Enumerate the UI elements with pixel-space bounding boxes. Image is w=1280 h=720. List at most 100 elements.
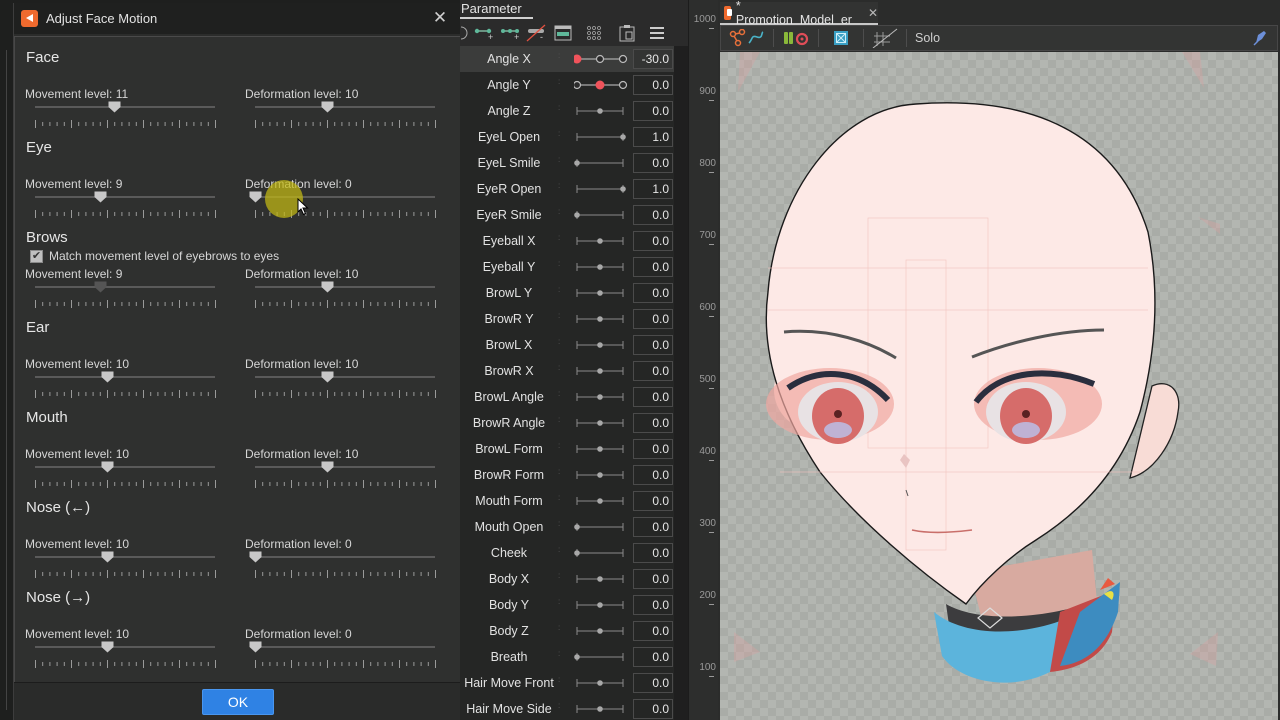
movement-level-slider[interactable]: Movement level: 9 [15, 177, 216, 227]
parameter-row[interactable]: Angle Y: 0.0 [460, 72, 674, 98]
slider-thumb[interactable] [321, 461, 334, 473]
drag-handle-icon[interactable]: : [558, 312, 562, 324]
parameter-slider[interactable] [574, 207, 628, 223]
parameter-row[interactable]: Eyeball X: 0.0 [460, 228, 674, 254]
checkbox[interactable]: ✔ [30, 249, 43, 263]
parameter-slider[interactable] [574, 519, 628, 535]
slider-thumb[interactable] [94, 191, 107, 203]
mesh-select-icon[interactable] [833, 30, 849, 46]
drag-handle-icon[interactable]: : [558, 338, 562, 350]
parameter-row[interactable]: Body Z: 0.0 [460, 618, 674, 644]
parameter-value-input[interactable]: 0.0 [633, 387, 673, 407]
solo-toggle[interactable]: Solo [915, 31, 940, 45]
parameter-value-input[interactable]: 0.0 [633, 361, 673, 381]
parameter-slider[interactable] [574, 259, 628, 275]
parameter-value-input[interactable]: 0.0 [633, 569, 673, 589]
parameter-slider[interactable] [574, 285, 628, 301]
slider-track[interactable] [255, 286, 435, 288]
parameter-row[interactable]: BrowR Form: 0.0 [460, 462, 674, 488]
parameter-slider[interactable] [574, 181, 628, 197]
deformation-level-slider[interactable]: Deformation level: 10 [235, 267, 436, 317]
parameter-value-input[interactable]: 0.0 [633, 673, 673, 693]
parameter-row[interactable]: Body X: 0.0 [460, 566, 674, 592]
parameter-row[interactable]: BrowR Y: 0.0 [460, 306, 674, 332]
parameter-row[interactable]: EyeL Open: 1.0 [460, 124, 674, 150]
drag-handle-icon[interactable]: : [558, 156, 562, 168]
dialog-title-bar[interactable]: Adjust Face Motion ✕ [14, 3, 461, 34]
parameter-row[interactable]: Cheek: 0.0 [460, 540, 674, 566]
parameter-value-input[interactable]: 0.0 [633, 283, 673, 303]
parameter-row[interactable]: BrowL Y: 0.0 [460, 280, 674, 306]
parameter-slider[interactable] [574, 311, 628, 327]
parameter-value-input[interactable]: 0.0 [633, 621, 673, 641]
drag-handle-icon[interactable]: : [558, 702, 562, 714]
parameter-value-input[interactable]: 0.0 [633, 309, 673, 329]
add-key-icon[interactable]: + [472, 22, 498, 44]
deformation-level-slider[interactable]: Deformation level: 10 [235, 447, 436, 497]
drag-handle-icon[interactable]: : [558, 572, 562, 584]
drag-handle-icon[interactable]: : [558, 182, 562, 194]
grid-dots-icon[interactable] [576, 22, 612, 44]
parameter-row[interactable]: Hair Move Front: 0.0 [460, 670, 674, 696]
parameter-row[interactable]: BrowL Angle: 0.0 [460, 384, 674, 410]
menu-icon[interactable] [642, 22, 672, 44]
drag-handle-icon[interactable]: : [558, 78, 562, 90]
parameter-row[interactable]: Eyeball Y: 0.0 [460, 254, 674, 280]
parameter-value-input[interactable]: 0.0 [633, 101, 673, 121]
drag-handle-icon[interactable]: : [558, 130, 562, 142]
deformation-level-slider[interactable]: Deformation level: 0 [235, 537, 436, 587]
grid-toggle-icon[interactable] [872, 28, 898, 48]
parameter-value-input[interactable]: 0.0 [633, 335, 673, 355]
parameter-value-input[interactable]: 0.0 [633, 231, 673, 251]
parameter-scrollbar[interactable] [674, 46, 688, 720]
parameter-row[interactable]: Angle X: -30.0 [460, 46, 674, 72]
movement-level-slider[interactable]: Movement level: 10 [15, 447, 216, 497]
parameter-slider[interactable] [574, 441, 628, 457]
parameter-value-input[interactable]: 0.0 [633, 465, 673, 485]
drag-handle-icon[interactable]: : [558, 494, 562, 506]
parameter-slider[interactable] [574, 467, 628, 483]
slider-track[interactable] [255, 376, 435, 378]
drag-handle-icon[interactable]: : [558, 520, 562, 532]
drag-handle-icon[interactable]: : [558, 676, 562, 688]
slider-thumb[interactable] [249, 191, 262, 203]
drag-handle-icon[interactable]: : [558, 234, 562, 246]
parameter-row[interactable]: Mouth Open: 0.0 [460, 514, 674, 540]
parameter-slider[interactable] [574, 233, 628, 249]
movement-level-slider[interactable]: Movement level: 11 [15, 87, 216, 137]
deformation-level-slider[interactable]: Deformation level: 10 [235, 357, 436, 407]
drag-handle-icon[interactable]: : [558, 598, 562, 610]
parameter-slider[interactable] [574, 337, 628, 353]
deformer-icon[interactable] [729, 29, 765, 47]
parameter-value-input[interactable]: 0.0 [633, 647, 673, 667]
parameter-slider[interactable] [574, 649, 628, 665]
pose-reset-icon[interactable] [782, 29, 810, 47]
parameter-row[interactable]: EyeR Open: 1.0 [460, 176, 674, 202]
parameter-value-input[interactable]: 0.0 [633, 595, 673, 615]
parameter-value-input[interactable]: 0.0 [633, 699, 673, 719]
drag-handle-icon[interactable]: : [558, 468, 562, 480]
slider-thumb[interactable] [321, 281, 334, 293]
slider-thumb[interactable] [101, 461, 114, 473]
drag-handle-icon[interactable]: : [558, 208, 562, 220]
slider-track[interactable] [35, 376, 215, 378]
match-eyebrows-checkbox[interactable]: ✔ Match movement level of eyebrows to eye… [30, 249, 279, 263]
parameter-slider[interactable] [574, 675, 628, 691]
slider-track[interactable] [35, 286, 215, 288]
drag-handle-icon[interactable]: : [558, 624, 562, 636]
parameter-value-input[interactable]: 0.0 [633, 439, 673, 459]
close-icon[interactable]: ✕ [431, 9, 449, 27]
parameter-row[interactable]: Hair Move Side: 0.0 [460, 696, 674, 720]
parameter-value-input[interactable]: 0.0 [633, 413, 673, 433]
parameter-row[interactable]: Mouth Form: 0.0 [460, 488, 674, 514]
parameter-row[interactable]: Breath: 0.0 [460, 644, 674, 670]
drag-handle-icon[interactable]: : [558, 52, 562, 64]
slider-thumb[interactable] [101, 641, 114, 653]
parameter-slider[interactable] [572, 77, 628, 93]
parameter-slider[interactable] [574, 389, 628, 405]
movement-level-slider[interactable]: Movement level: 10 [15, 627, 216, 677]
parameter-slider[interactable] [574, 623, 628, 639]
parameter-slider[interactable] [572, 51, 628, 67]
slider-thumb[interactable] [321, 101, 334, 113]
parameter-row[interactable]: BrowL X: 0.0 [460, 332, 674, 358]
